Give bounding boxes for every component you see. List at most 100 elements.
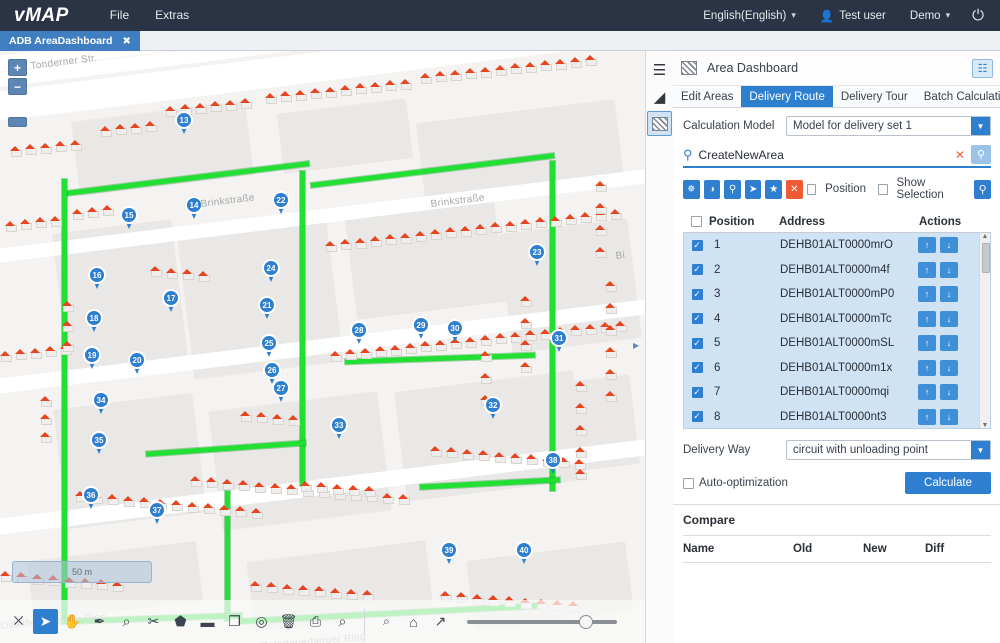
map-route-pin[interactable]: 40: [515, 541, 533, 565]
move-down-icon[interactable]: ↓: [940, 310, 958, 327]
map-route-pin[interactable]: 28: [350, 321, 368, 345]
table-row[interactable]: ✓ 4 DEHB01ALT0000mTc ↑ ↓: [684, 306, 990, 331]
scroll-down-arrow-icon[interactable]: ▼: [982, 422, 989, 428]
menu-extras[interactable]: Extras: [142, 0, 202, 31]
select-all-checkbox[interactable]: [683, 216, 709, 227]
row-checkbox[interactable]: ✓: [684, 362, 710, 374]
route-table-body[interactable]: ✓ 1 DEHB01ALT0000mrO ↑ ↓ ✓ 2 DEHB01ALT0000m4f ↑ ↓…: [683, 233, 991, 429]
row-checkbox[interactable]: ✓: [684, 411, 710, 423]
table-row[interactable]: ✓ 8 DEHB01ALT0000nt3 ↑ ↓: [684, 404, 990, 428]
map-route-pin[interactable]: 32: [484, 396, 502, 420]
clear-x-icon[interactable]: ✕: [955, 148, 965, 162]
move-down-icon[interactable]: ↓: [940, 359, 958, 376]
move-down-icon[interactable]: ↓: [940, 408, 958, 425]
move-up-icon[interactable]: ↑: [918, 384, 936, 401]
zoom-selection-icon[interactable]: ⌕: [330, 609, 355, 634]
snap-icon[interactable]: ⨉: [6, 609, 31, 634]
copy-icon[interactable]: ❐: [222, 609, 247, 634]
move-down-icon[interactable]: ↓: [940, 335, 958, 352]
area-dashboard-icon[interactable]: [647, 111, 672, 136]
favorite-route-button[interactable]: ★: [765, 179, 783, 199]
table-row[interactable]: ✓ 5 DEHB01ALT0000mSL ↑ ↓: [684, 331, 990, 356]
show-selection-checkbox[interactable]: [878, 183, 888, 195]
scroll-up-arrow-icon[interactable]: ▲: [982, 233, 989, 240]
split-area-button[interactable]: ✵: [683, 179, 700, 199]
scrollbar-thumb[interactable]: [981, 243, 990, 273]
row-checkbox[interactable]: ✓: [684, 288, 710, 300]
slider-thumb[interactable]: [578, 614, 593, 629]
table-row[interactable]: ✓ 6 DEHB01ALT0000m1x ↑ ↓: [684, 355, 990, 380]
map-route-pin[interactable]: 17: [162, 289, 180, 313]
table-row[interactable]: ✓ 7 DEHB01ALT0000mqi ↑ ↓: [684, 380, 990, 405]
chevron-down-icon[interactable]: ▼: [971, 117, 990, 135]
calculation-model-select[interactable]: Model for delivery set 1 ▼: [786, 116, 991, 136]
home-extent-icon[interactable]: ⌂: [401, 609, 426, 634]
power-icon[interactable]: ⏻: [962, 7, 990, 24]
map-route-pin[interactable]: 22: [272, 191, 290, 215]
map-canvas[interactable]: 13 14 15 16 17 18 19 20 21 22 23 24 25 26 27 28 29 30 31 32…: [0, 51, 645, 643]
select-tool-icon[interactable]: ➤: [33, 609, 58, 634]
tab-delivery-route[interactable]: Delivery Route: [741, 86, 833, 107]
add-point-button[interactable]: ⚲: [724, 179, 741, 199]
map-route-pin[interactable]: 24: [262, 259, 280, 283]
calculate-button[interactable]: Calculate: [905, 472, 991, 494]
locate-pin-icon[interactable]: ⚲: [971, 145, 991, 164]
map-route-pin[interactable]: 37: [148, 501, 166, 525]
chevron-down-icon[interactable]: ▼: [971, 441, 990, 459]
map-route-pin[interactable]: 30: [446, 319, 464, 343]
merge-area-button[interactable]: ◑: [703, 179, 721, 199]
row-checkbox[interactable]: ✓: [684, 386, 710, 398]
fill-bucket-icon[interactable]: ◢: [647, 84, 672, 109]
polygon-icon[interactable]: ⬟: [168, 609, 193, 634]
map-zoom-in-button[interactable]: +: [8, 59, 27, 76]
panel-collapse-icon[interactable]: ▸: [633, 339, 643, 353]
tab-edit-areas[interactable]: Edit Areas: [673, 86, 741, 107]
delete-trash-icon[interactable]: 🗑: [276, 609, 301, 634]
map-route-pin[interactable]: 31: [550, 329, 568, 353]
move-down-icon[interactable]: ↓: [940, 286, 958, 303]
map-route-pin[interactable]: 21: [258, 296, 276, 320]
export-icon[interactable]: ↗: [428, 609, 453, 634]
map-extra-button[interactable]: [8, 117, 27, 127]
row-checkbox[interactable]: ✓: [684, 313, 710, 325]
move-up-icon[interactable]: ↑: [918, 286, 936, 303]
layers-icon[interactable]: ☰: [647, 57, 672, 82]
user-menu[interactable]: 👤 Test user: [808, 9, 898, 23]
move-down-icon[interactable]: ↓: [940, 384, 958, 401]
tenant-selector[interactable]: Demo ▾: [898, 10, 962, 22]
move-up-icon[interactable]: ↑: [918, 261, 936, 278]
tab-delivery-tour[interactable]: Delivery Tour: [833, 86, 916, 107]
move-down-icon[interactable]: ↓: [940, 261, 958, 278]
map-route-pin[interactable]: 39: [440, 541, 458, 565]
map-route-pin[interactable]: 23: [528, 243, 546, 267]
map-route-pin[interactable]: 27: [272, 379, 290, 403]
move-up-icon[interactable]: ↑: [918, 310, 936, 327]
map-route-pin[interactable]: 25: [260, 334, 278, 358]
auto-optimization-checkbox[interactable]: [683, 477, 694, 489]
map-view[interactable]: 13 14 15 16 17 18 19 20 21 22 23 24 25 26 27 28 29 30 31 32…: [0, 51, 645, 643]
map-route-pin[interactable]: 34: [92, 391, 110, 415]
map-route-pin[interactable]: 15: [120, 206, 138, 230]
print-icon[interactable]: ⎙: [303, 609, 328, 634]
move-up-icon[interactable]: ↑: [918, 237, 936, 254]
eraser-icon[interactable]: ✒: [87, 609, 112, 634]
map-zoom-out-button[interactable]: −: [8, 78, 27, 95]
map-route-pin[interactable]: 35: [90, 431, 108, 455]
pan-hand-icon[interactable]: ✋: [60, 609, 85, 634]
table-scrollbar[interactable]: ▲ ▼: [979, 233, 990, 428]
map-route-pin[interactable]: 20: [128, 351, 146, 375]
position-checkbox[interactable]: [806, 183, 817, 195]
settings-sliders-icon[interactable]: ☷: [972, 58, 993, 78]
map-route-pin[interactable]: 36: [82, 486, 100, 510]
search-input[interactable]: CreateNewArea: [699, 148, 949, 162]
area-search-row[interactable]: ⚲ CreateNewArea ✕ ⚲: [683, 145, 991, 168]
table-row[interactable]: ✓ 2 DEHB01ALT0000m4f ↑ ↓: [684, 257, 990, 282]
map-route-pin[interactable]: 18: [85, 309, 103, 333]
point-tool-icon[interactable]: ⌕: [114, 609, 139, 634]
delete-route-button[interactable]: ✕: [786, 179, 803, 199]
row-checkbox[interactable]: ✓: [684, 264, 710, 276]
slider-track[interactable]: [467, 619, 617, 624]
map-route-pin[interactable]: 13: [175, 111, 193, 135]
row-checkbox[interactable]: ✓: [684, 239, 710, 251]
map-route-pin[interactable]: 29: [412, 316, 430, 340]
